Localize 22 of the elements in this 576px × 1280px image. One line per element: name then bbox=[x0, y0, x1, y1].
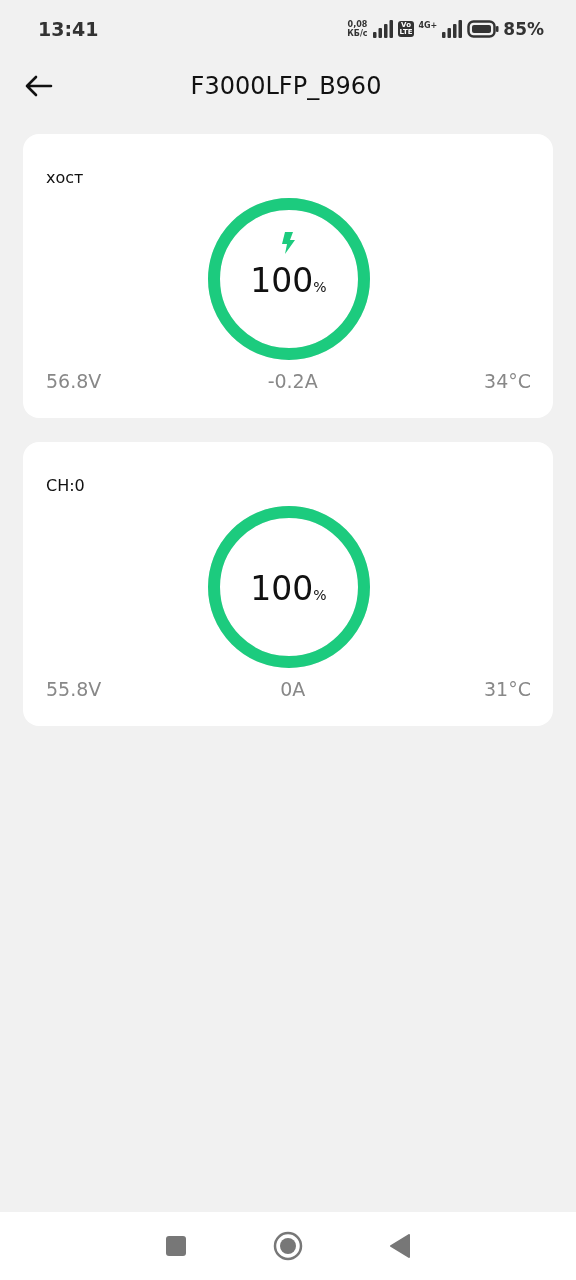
battery-percent: 85% bbox=[503, 19, 544, 39]
page-title: F3000LFP_B960 bbox=[189, 72, 383, 100]
charge-percent: 100% bbox=[250, 260, 327, 300]
current-reading: -0.2A bbox=[267, 370, 318, 392]
temperature-reading: 31°C bbox=[484, 678, 531, 700]
recents-icon[interactable] bbox=[165, 1235, 187, 1257]
voltage-reading: 55.8V bbox=[46, 678, 102, 700]
battery-name: CH:0 bbox=[46, 476, 85, 496]
battery-icon bbox=[467, 20, 500, 38]
signal-icon bbox=[441, 20, 464, 38]
charge-percent: 100% bbox=[250, 568, 327, 608]
current-reading: 0A bbox=[280, 678, 306, 700]
battery-name: хост bbox=[46, 168, 84, 188]
network-type: 4G+ bbox=[418, 21, 438, 30]
back-arrow-icon[interactable] bbox=[24, 74, 54, 98]
temperature-reading: 34°C bbox=[484, 370, 531, 392]
voltage-reading: 56.8V bbox=[46, 370, 102, 392]
signal-icon bbox=[371, 20, 394, 38]
status-time: 13:41 bbox=[38, 18, 99, 40]
home-icon[interactable] bbox=[273, 1231, 303, 1261]
network-speed: 0,08 КБ/с bbox=[347, 20, 368, 38]
back-icon[interactable] bbox=[389, 1234, 411, 1258]
